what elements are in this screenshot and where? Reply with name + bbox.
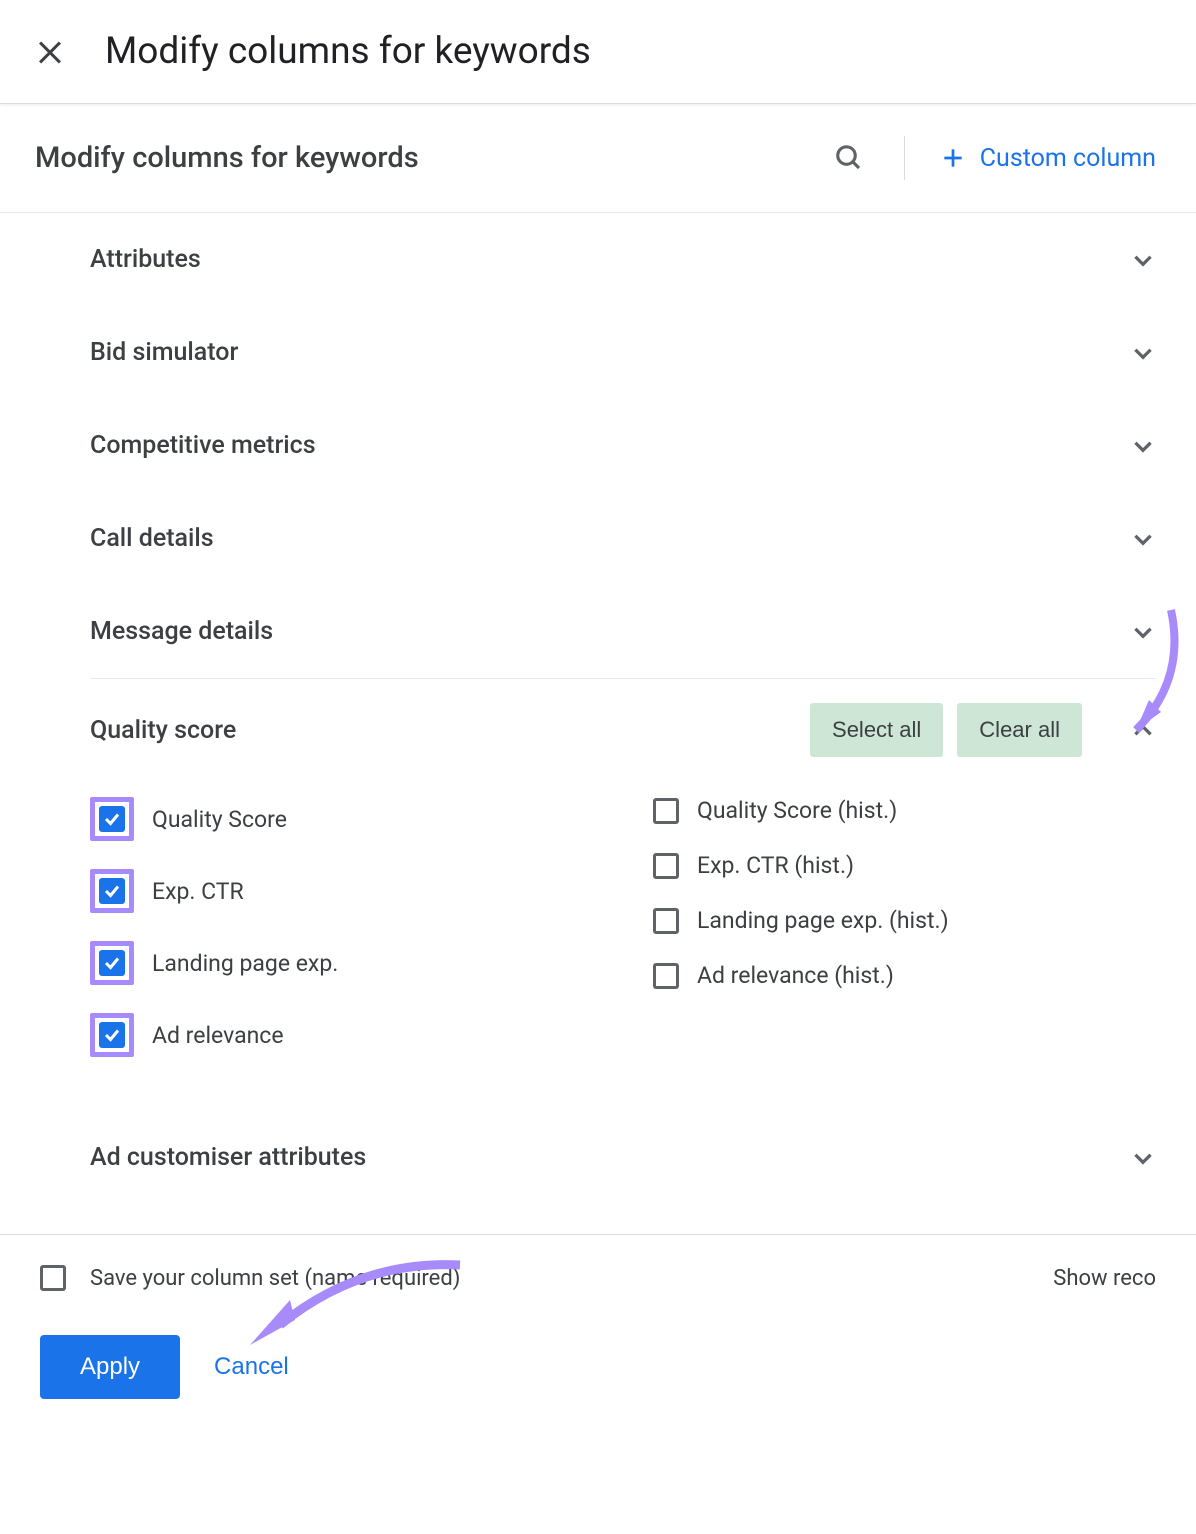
option-label: Landing page exp. bbox=[152, 950, 338, 977]
chevron-down-icon bbox=[1130, 247, 1156, 273]
chevron-down-icon bbox=[1130, 1145, 1156, 1171]
chevron-down-icon bbox=[1130, 433, 1156, 459]
section-bid-simulator[interactable]: Bid simulator bbox=[90, 306, 1156, 399]
select-all-button[interactable]: Select all bbox=[810, 703, 943, 757]
section-quality-score[interactable]: Quality score Select all Clear all bbox=[90, 678, 1156, 783]
highlight-box bbox=[90, 1013, 134, 1057]
option-exp-ctr[interactable]: Exp. CTR bbox=[90, 855, 593, 927]
option-label: Quality Score bbox=[152, 806, 287, 833]
checkbox[interactable] bbox=[99, 806, 125, 832]
checkbox[interactable] bbox=[99, 1022, 125, 1048]
option-label: Quality Score (hist.) bbox=[697, 797, 897, 824]
highlight-box bbox=[90, 941, 134, 985]
option-landing-page-exp[interactable]: Landing page exp. bbox=[90, 927, 593, 999]
search-icon[interactable] bbox=[834, 143, 864, 173]
save-checkbox[interactable] bbox=[40, 1265, 66, 1291]
show-reco-link[interactable]: Show reco bbox=[1053, 1266, 1156, 1291]
option-label: Exp. CTR bbox=[152, 878, 244, 905]
option-label: Exp. CTR (hist.) bbox=[697, 852, 854, 879]
checkbox[interactable] bbox=[653, 798, 679, 824]
close-icon[interactable] bbox=[35, 37, 65, 67]
checkbox[interactable] bbox=[653, 853, 679, 879]
checkbox[interactable] bbox=[99, 950, 125, 976]
save-column-set-row: Save your column set (name required) Sho… bbox=[40, 1265, 1156, 1291]
chevron-down-icon bbox=[1130, 619, 1156, 645]
option-label: Landing page exp. (hist.) bbox=[697, 907, 949, 934]
option-landing-page-exp-hist[interactable]: Landing page exp. (hist.) bbox=[653, 893, 1156, 948]
chevron-down-icon bbox=[1130, 526, 1156, 552]
checkbox[interactable] bbox=[653, 908, 679, 934]
custom-column-label: Custom column bbox=[980, 144, 1156, 173]
divider bbox=[904, 136, 905, 180]
quality-score-options: Quality Score Exp. CTR Landing page exp.… bbox=[90, 783, 1156, 1111]
section-competitive-metrics[interactable]: Competitive metrics bbox=[90, 399, 1156, 492]
clear-all-button[interactable]: Clear all bbox=[957, 703, 1082, 757]
cancel-button[interactable]: Cancel bbox=[214, 1353, 289, 1381]
chevron-up-icon bbox=[1130, 717, 1156, 743]
qs-right-column: Quality Score (hist.) Exp. CTR (hist.) L… bbox=[653, 783, 1156, 1071]
option-quality-score[interactable]: Quality Score bbox=[90, 783, 593, 855]
footer-actions: Apply Cancel bbox=[40, 1335, 1156, 1439]
dialog-title: Modify columns for keywords bbox=[105, 30, 591, 73]
option-exp-ctr-hist[interactable]: Exp. CTR (hist.) bbox=[653, 838, 1156, 893]
plus-icon bbox=[940, 145, 966, 171]
option-ad-relevance-hist[interactable]: Ad relevance (hist.) bbox=[653, 948, 1156, 1003]
qs-left-column: Quality Score Exp. CTR Landing page exp.… bbox=[90, 783, 593, 1071]
footer: Save your column set (name required) Sho… bbox=[0, 1234, 1196, 1439]
section-ad-customiser[interactable]: Ad customiser attributes bbox=[90, 1111, 1156, 1204]
dialog-header: Modify columns for keywords bbox=[0, 0, 1196, 104]
option-label: Ad relevance (hist.) bbox=[697, 962, 894, 989]
section-attributes[interactable]: Attributes bbox=[90, 213, 1156, 306]
save-label: Save your column set (name required) bbox=[90, 1266, 460, 1291]
sections-list: Attributes Bid simulator Competitive met… bbox=[0, 213, 1196, 1204]
checkbox[interactable] bbox=[99, 878, 125, 904]
option-ad-relevance[interactable]: Ad relevance bbox=[90, 999, 593, 1071]
option-quality-score-hist[interactable]: Quality Score (hist.) bbox=[653, 783, 1156, 838]
checkbox[interactable] bbox=[653, 963, 679, 989]
apply-button[interactable]: Apply bbox=[40, 1335, 180, 1399]
highlight-box bbox=[90, 797, 134, 841]
section-message-details[interactable]: Message details bbox=[90, 585, 1156, 678]
section-call-details[interactable]: Call details bbox=[90, 492, 1156, 585]
option-label: Ad relevance bbox=[152, 1022, 284, 1049]
subheader: Modify columns for keywords Custom colum… bbox=[0, 104, 1196, 213]
highlight-box bbox=[90, 869, 134, 913]
subheader-title: Modify columns for keywords bbox=[35, 141, 834, 175]
chevron-down-icon bbox=[1130, 340, 1156, 366]
custom-column-button[interactable]: Custom column bbox=[940, 144, 1156, 173]
